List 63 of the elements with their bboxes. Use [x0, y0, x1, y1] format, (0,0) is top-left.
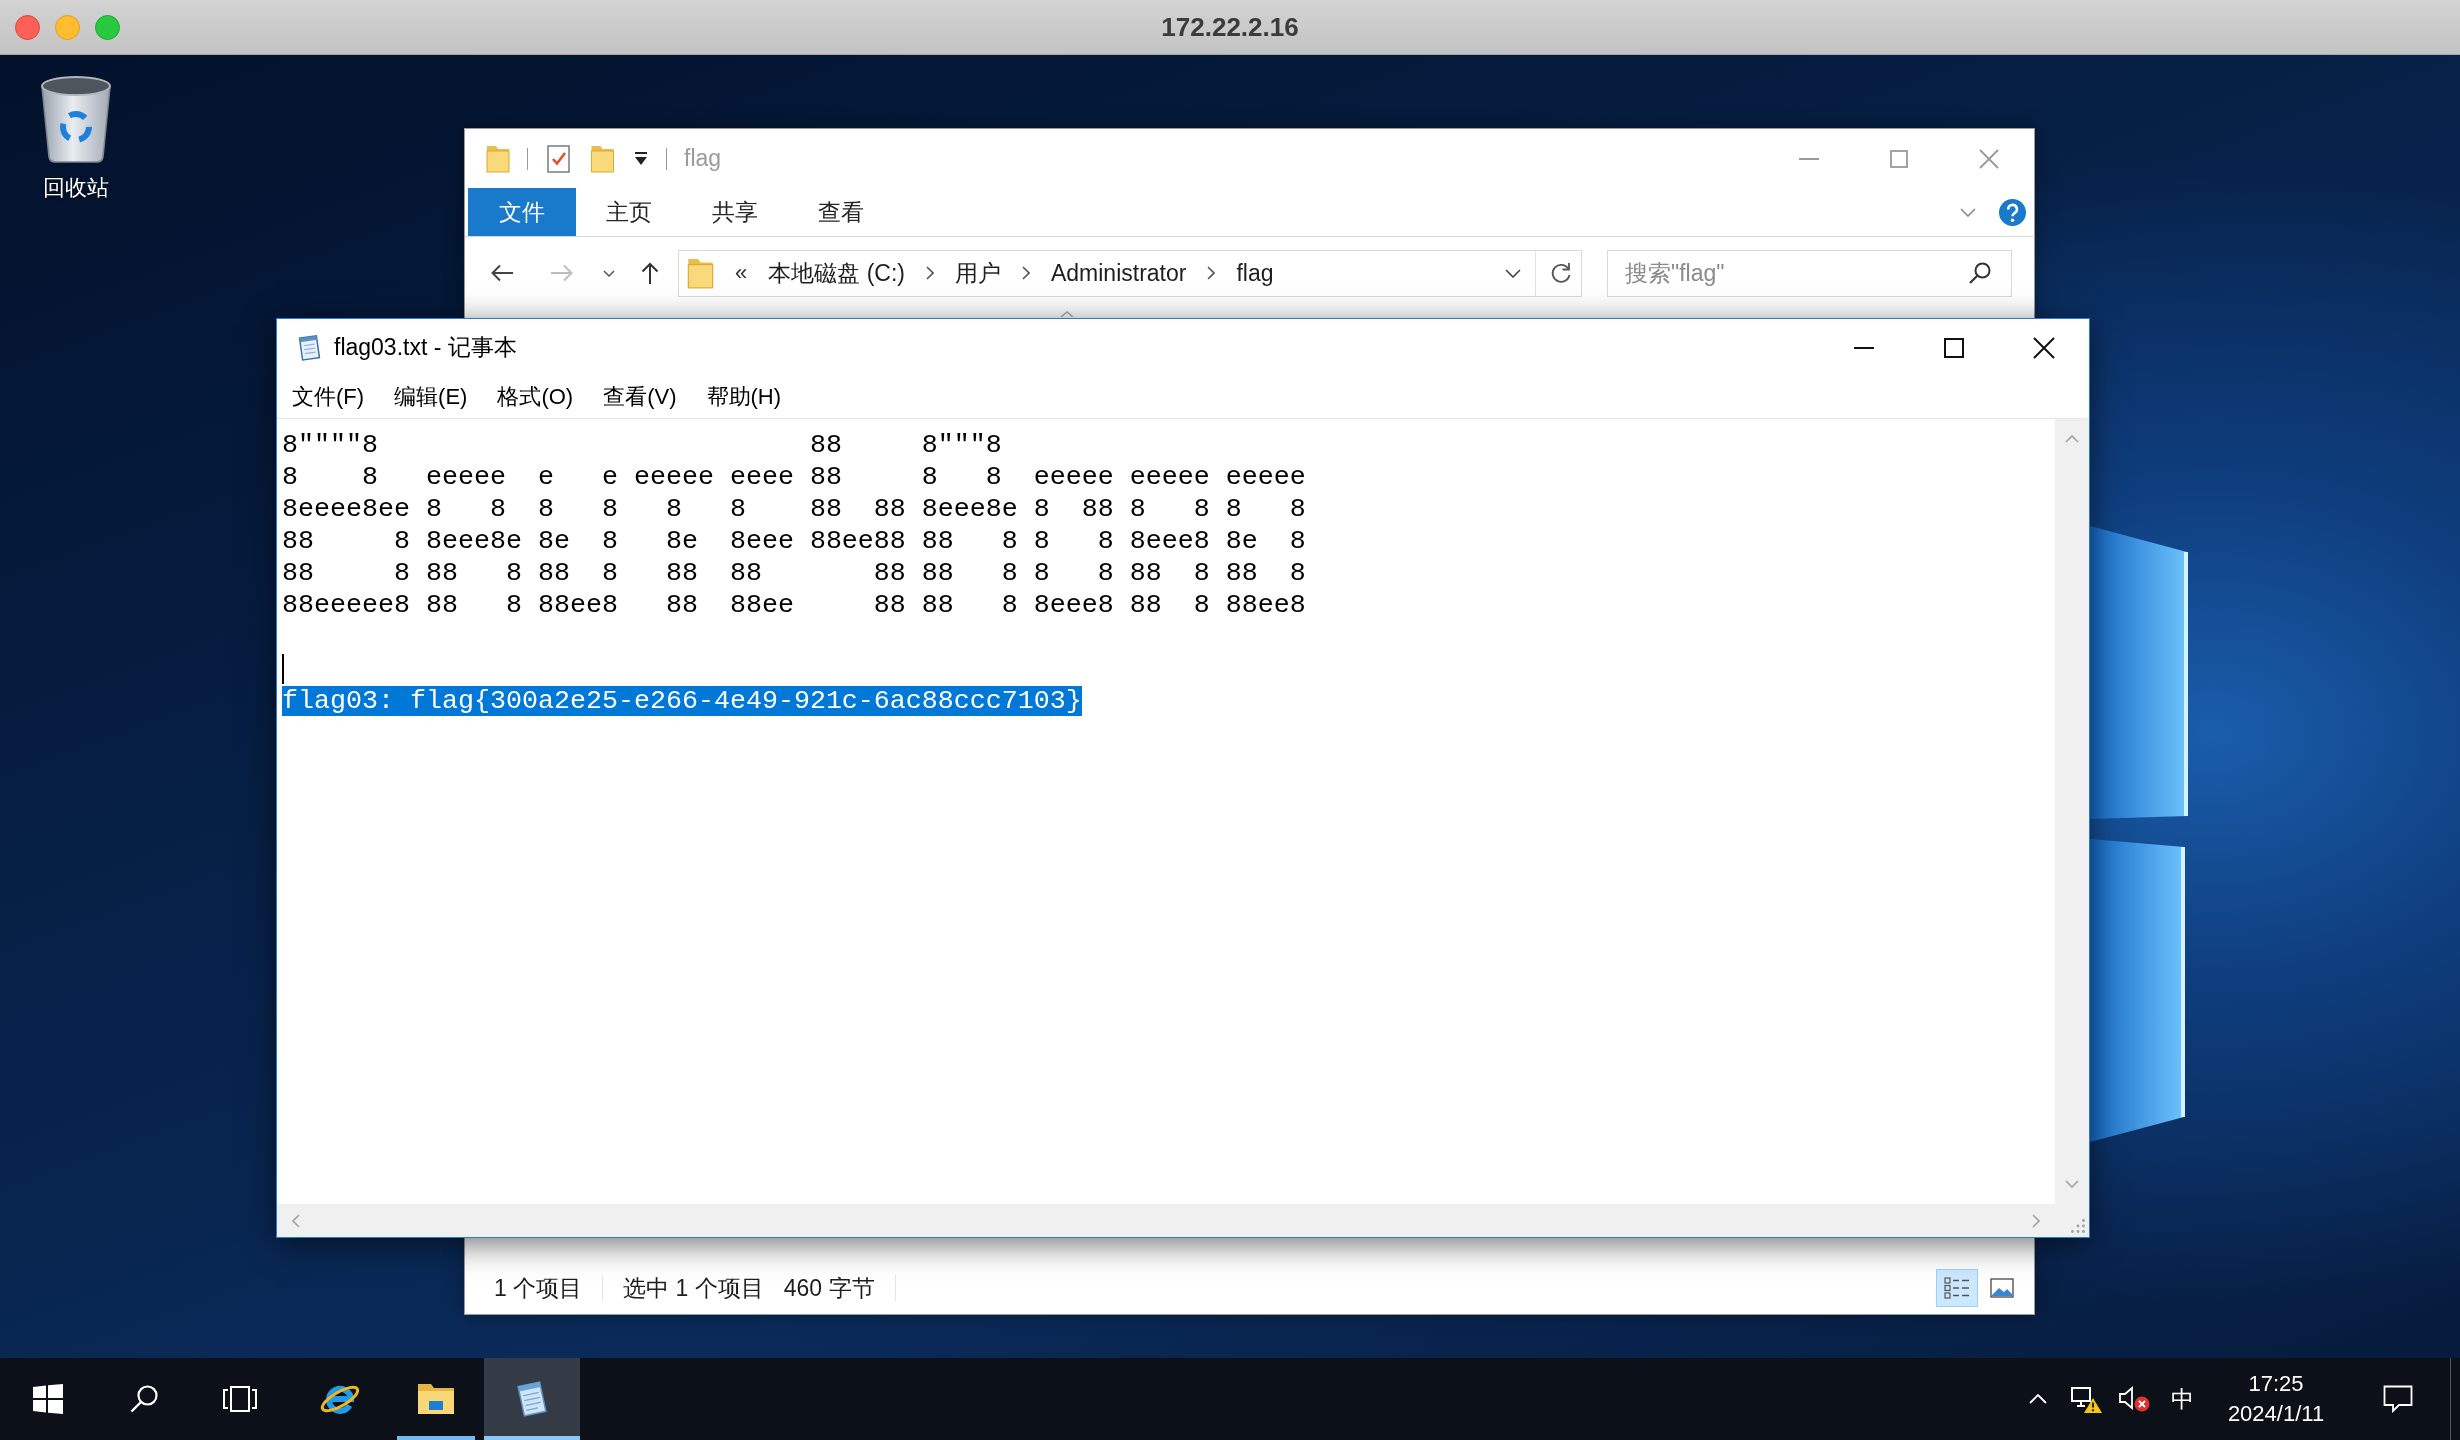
- network-warning-icon[interactable]: [2070, 1385, 2102, 1413]
- chevron-down-icon[interactable]: [603, 269, 615, 277]
- recycle-bin-icon[interactable]: [39, 75, 113, 163]
- text-line: 8""""8 88 8"""8: [282, 430, 1002, 460]
- minimize-icon[interactable]: [1854, 346, 1874, 349]
- size-grip-icon[interactable]: [2071, 1219, 2085, 1233]
- menu-item[interactable]: 文件(F): [277, 382, 380, 412]
- chevron-right-icon[interactable]: [1021, 266, 1030, 280]
- notification-icon[interactable]: [2383, 1385, 2413, 1413]
- clock-date[interactable]: 2024/1/11: [2227, 1399, 2325, 1429]
- breadcrumb[interactable]: 用户: [954, 257, 1001, 289]
- windows-logo-icon[interactable]: [33, 1384, 63, 1414]
- ribbon-tab[interactable]: 共享: [682, 188, 788, 236]
- search-field[interactable]: 搜索"flag": [1607, 249, 2012, 297]
- menu-item[interactable]: 格式(O): [482, 382, 589, 412]
- folder-icon[interactable]: [416, 1382, 456, 1416]
- maximize-icon[interactable]: [1944, 337, 1964, 358]
- breadcrumb[interactable]: flag: [1236, 259, 1274, 287]
- ribbon-tab[interactable]: 主页: [576, 188, 682, 236]
- dropdown-icon[interactable]: [633, 151, 649, 166]
- close-icon[interactable]: [2033, 336, 2055, 359]
- ribbon-tab[interactable]: 查看: [788, 188, 894, 236]
- help-icon[interactable]: [1999, 198, 2026, 226]
- menu-item[interactable]: 帮助(H): [691, 382, 797, 412]
- task-view-icon[interactable]: [223, 1386, 257, 1412]
- back-arrow-icon[interactable]: [491, 264, 513, 282]
- status-text: 选中 1 个项目: [623, 1273, 764, 1303]
- text-line: 88 8 88 8 88 8 88 88 88 88 8 8 8 88 8 88 8: [282, 558, 1306, 588]
- window-title: 172.22.2.16: [1161, 11, 1299, 43]
- checklist-icon[interactable]: [545, 144, 572, 173]
- menu-item[interactable]: 查看(V): [588, 382, 692, 412]
- breadcrumb[interactable]: 本地磁盘 (C:): [768, 257, 905, 289]
- details-view-icon: [1944, 1276, 1970, 1300]
- menu-item[interactable]: 编辑(E): [379, 382, 483, 412]
- view-button[interactable]: [1936, 1269, 1978, 1307]
- folder-icon: [486, 144, 510, 173]
- large-icons-view-icon: [1990, 1278, 2014, 1298]
- file-menu-button[interactable]: 文件: [468, 188, 576, 236]
- breadcrumb[interactable]: Administrator: [1050, 259, 1187, 287]
- breadcrumb-overflow[interactable]: «: [735, 260, 748, 286]
- status-text: 1 个项目: [494, 1273, 583, 1303]
- desktop-icon-label[interactable]: 回收站: [43, 173, 109, 203]
- search-icon[interactable]: [1969, 261, 1991, 284]
- sort-caret-icon: [1060, 311, 1074, 317]
- text-line: 88 8 8eee8e 8e 8 8e 8eee 88ee88 88 8 8 8 8eee8 8e 8: [282, 526, 1306, 556]
- refresh-icon[interactable]: [1550, 262, 1572, 284]
- chevron-right-icon[interactable]: [925, 266, 934, 280]
- window-title: flag: [684, 145, 722, 172]
- clock-time[interactable]: 17:25: [2248, 1369, 2304, 1399]
- text-line: 88eeeee8 88 8 88ee8 88 88ee 88 88 8 8eee8 88 8 88ee8: [282, 590, 1306, 620]
- folder-icon: [687, 257, 714, 289]
- speaker-muted-icon[interactable]: [2118, 1386, 2150, 1412]
- address-bar[interactable]: « 本地磁盘 (C:) 用户 Administrator flag: [678, 249, 1582, 297]
- window-title: flag03.txt - 记事本: [334, 333, 517, 362]
- text-line: 8eeee8ee 8 8 8 8 8 8 88 88 8eee8e 8 88 8 8 8 8: [282, 494, 1306, 524]
- taskbar-button[interactable]: [484, 1358, 580, 1440]
- chevron-right-icon[interactable]: [1207, 266, 1216, 280]
- up-arrow-icon[interactable]: [641, 262, 659, 284]
- search-icon[interactable]: [130, 1385, 158, 1413]
- chevron-down-icon[interactable]: [1505, 268, 1521, 278]
- text-line: 8 8 eeeee e e eeeee eeee 88 8 8 eeeee eeeee eeeee: [282, 462, 1306, 492]
- input-method-indicator[interactable]: 中: [2170, 1383, 2194, 1415]
- status-text: 460 字节: [783, 1273, 875, 1303]
